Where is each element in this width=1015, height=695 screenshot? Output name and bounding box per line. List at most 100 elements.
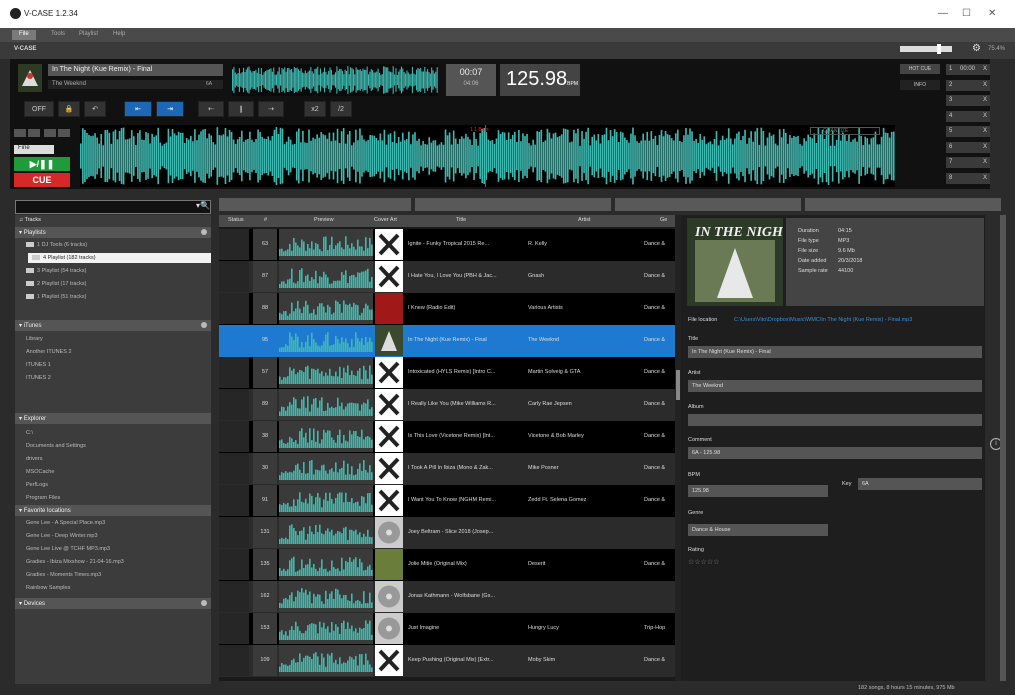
bpm-field[interactable]: 125.98: [688, 485, 828, 497]
explorer-item[interactable]: Documents and Settings: [22, 441, 90, 451]
playlist-item[interactable]: 3 Playlist (54 tracks): [22, 266, 91, 276]
section-favorites[interactable]: ▾ Favorite locations: [15, 505, 211, 516]
table-row[interactable]: 88 I Knew (Radio Edit) Various Artists Danc…: [219, 293, 675, 325]
col-cover-art[interactable]: Cover Art: [374, 217, 397, 223]
half-button[interactable]: /2: [330, 101, 352, 117]
tree-tracks[interactable]: ♫ Tracks: [15, 215, 45, 225]
hotcue-tab[interactable]: HOT CUE: [900, 64, 940, 74]
hotcue-5[interactable]: 5X: [946, 126, 990, 137]
hotcue-8[interactable]: 8X: [946, 172, 990, 184]
playlist-item[interactable]: 1 Playlist (51 tracks): [22, 292, 91, 302]
power-off-button[interactable]: OFF: [24, 101, 54, 117]
favorite-item[interactable]: Rainbow Samples: [22, 583, 74, 593]
explorer-item[interactable]: drivers: [22, 454, 47, 464]
table-row[interactable]: 57 Intoxicated (HYLS Remix) [Intro C... Ma…: [219, 357, 675, 389]
row-preview-waveform[interactable]: [279, 357, 373, 388]
hotcue-delete-icon[interactable]: X: [983, 175, 987, 181]
file-location-link[interactable]: C:\Users\Vito\Dropbox\Music\WMC\In The N…: [734, 317, 912, 323]
table-row[interactable]: 89 I Really Like You (Mike Williams R... C…: [219, 389, 675, 421]
close-button[interactable]: ✕: [988, 8, 996, 19]
hotcue-7[interactable]: 7X: [946, 157, 990, 168]
search-input[interactable]: [15, 200, 211, 214]
forward-icon[interactable]: [58, 129, 70, 137]
table-row[interactable]: 131 Joey Beltram - Slice 2018 (Josep...: [219, 517, 675, 549]
section-itunes[interactable]: ▾ iTunes: [15, 320, 211, 331]
panel-tab-3[interactable]: [615, 198, 801, 211]
playlist-item[interactable]: 2 Playlist (17 tracks): [22, 279, 91, 289]
table-row[interactable]: 63 Ignite - Funky Tropical 2015 Re... R. K…: [219, 229, 675, 261]
hotcue-delete-icon[interactable]: X: [983, 66, 987, 72]
row-preview-waveform[interactable]: [279, 453, 373, 484]
artist-field[interactable]: The Weeknd: [688, 380, 982, 392]
overview-waveform[interactable]: [232, 64, 438, 96]
table-row[interactable]: 135 Jolie Mitie (Original Mix) Deserit Danc…: [219, 549, 675, 581]
album-field[interactable]: [688, 414, 982, 426]
row-preview-waveform[interactable]: [279, 261, 373, 292]
play-pause-button[interactable]: ▶/❚❚: [14, 157, 70, 171]
panel-tab-4[interactable]: [805, 198, 1001, 211]
hotcue-delete-icon[interactable]: X: [983, 159, 987, 165]
hotcue-4[interactable]: 4X: [946, 110, 990, 122]
menu-playlist[interactable]: Playlist: [72, 30, 105, 40]
double-button[interactable]: x2: [304, 101, 326, 117]
hotcue-6[interactable]: 6X: [946, 141, 990, 153]
comment-field[interactable]: 6A - 125.98: [688, 447, 982, 459]
rewind-icon[interactable]: [14, 129, 26, 137]
itunes-item[interactable]: ITUNES 2: [22, 373, 55, 383]
quantize-toggle[interactable]: QUANTIZE: [810, 127, 880, 135]
table-row[interactable]: 153 Just Imagine Hungry Lucy Trip-Hop: [219, 613, 675, 645]
explorer-item[interactable]: Program Files: [22, 493, 64, 503]
beat-back-button[interactable]: ⇠: [198, 101, 224, 117]
genre-field[interactable]: Dance & House: [688, 524, 828, 536]
prev-icon[interactable]: [28, 129, 40, 137]
favorite-item[interactable]: Gene Lee Live @ TCHF MP3.mp3: [22, 544, 114, 554]
col-artist[interactable]: Artist: [578, 217, 591, 223]
menu-file[interactable]: File: [12, 30, 36, 40]
col-title[interactable]: Title: [456, 217, 466, 223]
explorer-item[interactable]: PerfLogs: [22, 480, 52, 490]
undo-icon[interactable]: ↶: [84, 101, 106, 117]
key-field[interactable]: 6A: [858, 478, 982, 490]
fine-toggle[interactable]: Fine: [14, 145, 54, 154]
row-preview-waveform[interactable]: [279, 485, 373, 516]
panel-tab-2[interactable]: [415, 198, 611, 211]
table-row[interactable]: 87 I Hate You, I Love You (PBH & Jac... Gn…: [219, 261, 675, 293]
itunes-item[interactable]: Another ITUNES 2: [22, 347, 76, 357]
maximize-button[interactable]: ☐: [962, 8, 971, 19]
title-field[interactable]: In The Night (Kue Remix) - Final: [688, 346, 982, 358]
hotcue-delete-icon[interactable]: X: [983, 128, 987, 134]
row-preview-waveform[interactable]: [279, 517, 373, 548]
favorite-item[interactable]: Gradies - Moments Times.mp3: [22, 570, 105, 580]
row-preview-waveform[interactable]: [279, 645, 373, 676]
table-row[interactable]: 38 Is This Love (Vicetone Remix) [Int... V…: [219, 421, 675, 453]
row-preview-waveform[interactable]: [279, 581, 373, 612]
hotcue-delete-icon[interactable]: X: [983, 82, 987, 88]
gear-icon[interactable]: ⚙: [972, 43, 984, 55]
hotcue-1[interactable]: 1 00:00 X: [946, 64, 990, 75]
col-preview[interactable]: Preview: [314, 217, 334, 223]
table-row[interactable]: 162 Jonas Kathmann - Wolfsbane (Gs...: [219, 581, 675, 613]
col-genre[interactable]: Ge: [660, 217, 667, 223]
hotcue-3[interactable]: 3X: [946, 95, 990, 106]
itunes-item[interactable]: ITUNES 1: [22, 360, 55, 370]
loop-in-button[interactable]: ⇤: [124, 101, 152, 117]
explorer-item[interactable]: MSOCache: [22, 467, 58, 477]
beat-forward-button[interactable]: ⇢: [258, 101, 284, 117]
hotcue-delete-icon[interactable]: X: [983, 113, 987, 119]
volume-slider[interactable]: [900, 44, 952, 54]
section-devices[interactable]: ▾ Devices: [15, 598, 211, 609]
table-row[interactable]: 109 Keep Pushing (Original Mix) [Extr... M…: [219, 645, 675, 677]
loop-out-button[interactable]: ⇥: [156, 101, 184, 117]
hotcue-2[interactable]: 2X: [946, 79, 990, 91]
info-panel-scrollbar[interactable]: [1000, 215, 1006, 681]
search-icon[interactable]: ▾🔍: [196, 201, 210, 210]
menu-tools[interactable]: Tools: [44, 30, 72, 40]
menu-help[interactable]: Help: [106, 30, 132, 40]
favorite-item[interactable]: Gradies - Ibiza Mixshow - 21-04-16.mp3: [22, 557, 128, 567]
row-preview-waveform[interactable]: [279, 325, 373, 356]
row-preview-waveform[interactable]: [279, 229, 373, 260]
section-explorer[interactable]: ▾ Explorer: [15, 413, 211, 424]
section-playlists[interactable]: ▾ Playlists: [15, 227, 211, 238]
table-scrollbar-thumb[interactable]: [676, 370, 680, 400]
row-preview-waveform[interactable]: [279, 613, 373, 644]
